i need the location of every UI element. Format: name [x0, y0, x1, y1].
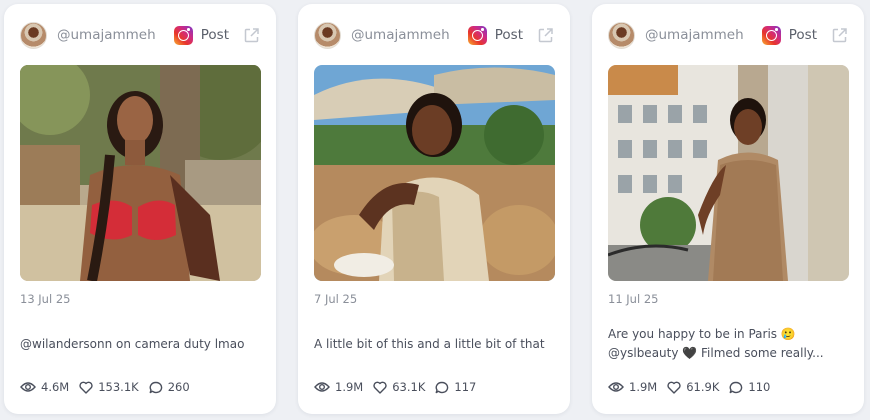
post-stats: 1.9M 61.9K 110 [608, 380, 780, 394]
post-caption: A little bit of this and a little bit of… [314, 324, 556, 364]
post-caption: Are you happy to be in Paris 🥲 @yslbeaut… [608, 324, 850, 364]
account-handle[interactable]: @umajammeh [351, 27, 468, 43]
account-handle[interactable]: @umajammeh [57, 27, 174, 43]
likes-count: 153.1K [98, 380, 139, 394]
post-type-label: Post [788, 27, 817, 43]
comments-count: 260 [167, 380, 190, 394]
heart-icon [79, 381, 93, 394]
post-date: 7 Jul 25 [314, 292, 358, 306]
account-handle[interactable]: @umajammeh [645, 27, 762, 43]
likes-count: 63.1K [392, 380, 426, 394]
card-header: @umajammeh Post [20, 20, 260, 50]
post-card[interactable]: @umajammeh Post 11 Jul 25 Are you happy … [592, 4, 864, 414]
views-stat: 4.6M [20, 380, 69, 394]
instagram-icon [761, 25, 781, 45]
external-link-icon[interactable] [243, 27, 260, 44]
post-image-graphic [314, 65, 555, 281]
post-date: 13 Jul 25 [20, 292, 71, 306]
post-stats: 1.9M 63.1K 117 [314, 380, 486, 394]
comment-icon [435, 381, 449, 393]
post-card[interactable]: @umajammeh Post 13 Jul 25 @wilandersonn … [4, 4, 276, 414]
comments-stat: 110 [729, 380, 770, 394]
eye-icon [314, 382, 330, 392]
avatar[interactable] [608, 21, 635, 49]
comment-icon [149, 381, 162, 393]
post-image[interactable] [608, 65, 849, 281]
views-stat: 1.9M [314, 380, 363, 394]
post-image[interactable] [20, 65, 261, 281]
avatar[interactable] [314, 21, 341, 49]
eye-icon [20, 382, 36, 392]
heart-icon [667, 381, 681, 394]
views-count: 1.9M [335, 380, 364, 394]
comment-icon [729, 381, 743, 393]
likes-stat: 63.1K [373, 380, 425, 394]
post-image-graphic [20, 65, 261, 281]
views-count: 4.6M [41, 380, 70, 394]
heart-icon [373, 381, 387, 394]
card-header: @umajammeh Post [608, 20, 848, 50]
post-image-graphic [608, 65, 849, 281]
comments-stat: 117 [435, 380, 476, 394]
external-link-icon[interactable] [537, 27, 554, 44]
post-image[interactable] [314, 65, 555, 281]
post-type-label: Post [494, 27, 523, 43]
external-link-icon[interactable] [831, 27, 848, 44]
likes-count: 61.9K [686, 380, 720, 394]
views-count: 1.9M [629, 380, 658, 394]
comments-count: 117 [454, 380, 477, 394]
post-caption: @wilandersonn on camera duty lmao [20, 324, 262, 364]
eye-icon [608, 382, 624, 392]
avatar[interactable] [20, 21, 47, 49]
likes-stat: 61.9K [667, 380, 719, 394]
instagram-icon [467, 25, 487, 45]
post-date: 11 Jul 25 [608, 292, 659, 306]
caption-text: A little bit of this and a little bit of… [314, 336, 545, 351]
card-header: @umajammeh Post [314, 20, 554, 50]
comments-stat: 260 [149, 380, 190, 394]
post-type-label: Post [200, 27, 229, 43]
instagram-icon [173, 25, 193, 45]
caption-text: @wilandersonn on camera duty lmao [20, 336, 245, 351]
comments-count: 110 [748, 380, 771, 394]
likes-stat: 153.1K [79, 380, 139, 394]
post-stats: 4.6M 153.1K 260 [20, 380, 200, 394]
views-stat: 1.9M [608, 380, 657, 394]
post-card[interactable]: @umajammeh Post 7 Jul 25 A little bit of [298, 4, 570, 414]
caption-text: Are you happy to be in Paris 🥲 @yslbeaut… [608, 327, 824, 360]
